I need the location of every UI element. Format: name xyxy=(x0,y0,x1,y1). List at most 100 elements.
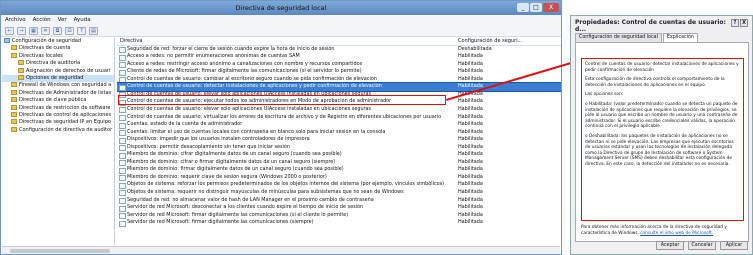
back-icon[interactable]: ← xyxy=(5,27,14,35)
policy-name: Servidor de red Microsoft: firmar digita… xyxy=(117,212,455,220)
tree-item-label: Directiva de auditoría xyxy=(26,60,81,67)
help-icon[interactable]: ? xyxy=(77,27,86,35)
tree-item[interactable]: Configuración de seguridad xyxy=(2,38,114,45)
tree-item[interactable]: Directivas de cuenta xyxy=(2,45,114,52)
policy-name: Servidor de red Microsoft: desconectar a… xyxy=(117,204,455,212)
tree-item[interactable]: Opciones de seguridad xyxy=(2,74,114,83)
horizontal-scrollbar[interactable] xyxy=(2,246,560,254)
policy-name: Servidor de red Microsoft: firmar digita… xyxy=(117,219,455,227)
pc-icon xyxy=(4,38,10,43)
apply-button[interactable]: Aplicar xyxy=(720,241,748,250)
table-row[interactable]: Acceso a redes: no permitir enumeracione… xyxy=(117,53,561,61)
tab-local-security-setting[interactable]: Configuración de seguridad local xyxy=(575,33,662,42)
menu-ayuda[interactable]: Ayuda xyxy=(74,17,91,23)
policy-name: Control de cuentas de usuario: ejecutar … xyxy=(117,98,455,106)
table-row[interactable]: Servidor de red Microsoft: desconectar a… xyxy=(117,204,561,212)
policy-name: Control de cuentas de usuario: elevar so… xyxy=(117,91,455,99)
tree-item[interactable]: Directivas de clave pública xyxy=(2,97,114,104)
policy-name: Control de cuentas de usuario: cambiar a… xyxy=(117,76,455,84)
table-row[interactable]: Seguridad de red: no almacenar valor de … xyxy=(117,197,561,205)
view-icon[interactable]: ▤ xyxy=(89,27,98,35)
scroll-thumb[interactable] xyxy=(10,249,110,253)
table-row[interactable]: Control de cuentas de usuario: elevar so… xyxy=(117,106,561,114)
tree-item[interactable]: Configuración de directiva de auditor xyxy=(2,126,114,134)
policy-name: Miembro de dominio: requerir clave de se… xyxy=(117,174,455,182)
properties-icon[interactable]: ⧉ xyxy=(53,27,62,35)
policy-setting: Habilitada xyxy=(458,121,483,128)
tab-explanation[interactable]: Explicación xyxy=(662,33,699,42)
microsoft-link[interactable]: consulte el sitio web de Microsoft. xyxy=(640,231,713,236)
policy-setting: Habilitada xyxy=(458,136,483,143)
policy-setting: Habilitada xyxy=(458,196,483,203)
policy-name: Control de cuentas de usuario: virtualiz… xyxy=(117,114,455,122)
policy-name: Objetos de sistema: reforzar los permiso… xyxy=(117,181,455,189)
policy-setting: Habilitada xyxy=(458,219,483,226)
tree-item-label: Asignación de derechos de usuari xyxy=(26,67,111,74)
tree-item-label: Opciones de seguridad xyxy=(26,74,84,81)
table-row[interactable]: Seguridad de red: forzar el cierre de se… xyxy=(117,46,561,54)
policy-name: Miembro de dominio: cifrar digitalmente … xyxy=(117,151,455,159)
ok-button[interactable]: Aceptar xyxy=(656,241,684,250)
table-row[interactable]: Cliente de redes de Microsoft: firmar di… xyxy=(117,68,561,76)
table-row[interactable]: Servidor de red Microsoft: firmar digita… xyxy=(117,219,561,227)
menu-ver[interactable]: Ver xyxy=(58,17,67,23)
title-bar[interactable]: Directiva de seguridad local _ □ X xyxy=(1,1,561,15)
table-row[interactable]: Control de cuentas de usuario: ejecutar … xyxy=(117,98,561,106)
table-row[interactable]: Miembro de dominio: firmar digitalmente … xyxy=(117,166,561,174)
policy-setting: Habilitada xyxy=(458,83,483,90)
dialog-help-button[interactable]: ? xyxy=(731,19,739,27)
maximize-button[interactable]: □ xyxy=(530,3,542,12)
policy-setting: Habilitada xyxy=(458,158,483,165)
policy-setting: Habilitada xyxy=(458,211,483,218)
menu-accion[interactable]: Acción xyxy=(33,17,51,23)
table-row[interactable]: Miembro de dominio: requerir clave de se… xyxy=(117,174,561,182)
table-row[interactable]: Dispositivos: impedir que los usuarios i… xyxy=(117,136,561,144)
table-row[interactable]: Control de cuentas de usuario: elevar so… xyxy=(117,91,561,99)
navigation-tree: Configuración de seguridad Directivas de … xyxy=(2,38,115,246)
folder-icon xyxy=(11,82,17,88)
table-row[interactable]: Control de cuentas de usuario: virtualiz… xyxy=(117,114,561,122)
dialog-title-bar[interactable]: Propiedades: Control de cuentas de usuar… xyxy=(571,16,752,33)
cancel-button[interactable]: Cancelar xyxy=(688,241,716,250)
policy-name: Seguridad de red: no almacenar valor de … xyxy=(117,197,455,205)
table-row[interactable]: Acceso a redes: restringir acceso anónim… xyxy=(117,61,561,69)
policy-setting: Habilitada xyxy=(458,105,483,112)
folder-icon xyxy=(18,67,24,73)
policy-setting: Habilitada xyxy=(458,113,483,120)
close-button[interactable]: X xyxy=(543,3,559,12)
column-policy[interactable]: Directiva xyxy=(117,38,455,45)
tree-item[interactable]: Directivas de restricción de software xyxy=(2,104,114,112)
table-row[interactable]: Cuentas: limitar el uso de cuentas local… xyxy=(117,129,561,137)
table-row[interactable]: Objetos de sistema: requerir no distingu… xyxy=(117,189,561,197)
policy-name: Control de cuentas de usuario: detectar … xyxy=(117,83,455,91)
console-tree-icon[interactable]: ▦ xyxy=(29,27,38,35)
table-row[interactable]: Servidor de red Microsoft: firmar digita… xyxy=(117,212,561,220)
menu-archivo[interactable]: Archivo xyxy=(5,17,26,23)
tree-item-label: Directivas de clave pública xyxy=(19,97,87,104)
folder-icon xyxy=(11,119,17,125)
tree-item[interactable]: Directivas de control de aplicaciones xyxy=(2,111,114,119)
table-row[interactable]: Objetos de sistema: reforzar los permiso… xyxy=(117,181,561,189)
tree-item[interactable]: Firewall de Windows con seguridad a xyxy=(2,82,114,89)
delete-icon[interactable]: ✕ xyxy=(41,27,50,35)
policy-name: Cliente de redes de Microsoft: firmar di… xyxy=(117,68,455,76)
tree-item[interactable]: Directivas de seguridad IP en Equipo xyxy=(2,119,114,126)
table-row[interactable]: Miembro de dominio: cifrar o firmar digi… xyxy=(117,159,561,167)
policy-name: Cuentas: limitar el uso de cuentas local… xyxy=(117,129,455,137)
table-row[interactable]: Control de cuentas de usuario: cambiar a… xyxy=(117,76,561,84)
table-row[interactable]: Cuentas: estado de la cuenta de administ… xyxy=(117,121,561,129)
tree-item-label: Directivas locales xyxy=(19,52,63,59)
dialog-close-button[interactable]: X xyxy=(740,19,748,27)
policy-name: Dispositivos: impedir que los usuarios i… xyxy=(117,136,455,144)
tree-item[interactable]: Asignación de derechos de usuari xyxy=(2,67,114,75)
minimize-button[interactable]: _ xyxy=(517,3,529,12)
export-icon[interactable]: ⊡ xyxy=(65,27,74,35)
tree-item[interactable]: Directiva de auditoría xyxy=(2,60,114,67)
tree-item-label: Configuración de seguridad xyxy=(12,38,82,44)
column-setting[interactable]: Configuración de seguri... xyxy=(455,38,555,45)
policy-setting: Habilitada xyxy=(458,204,483,211)
table-row[interactable]: Miembro de dominio: cifrar digitalmente … xyxy=(117,151,561,159)
folder-icon xyxy=(11,111,17,117)
table-row[interactable]: Dispositivos: permitir desacoplamiento s… xyxy=(117,144,561,152)
forward-icon[interactable]: → xyxy=(17,27,26,35)
